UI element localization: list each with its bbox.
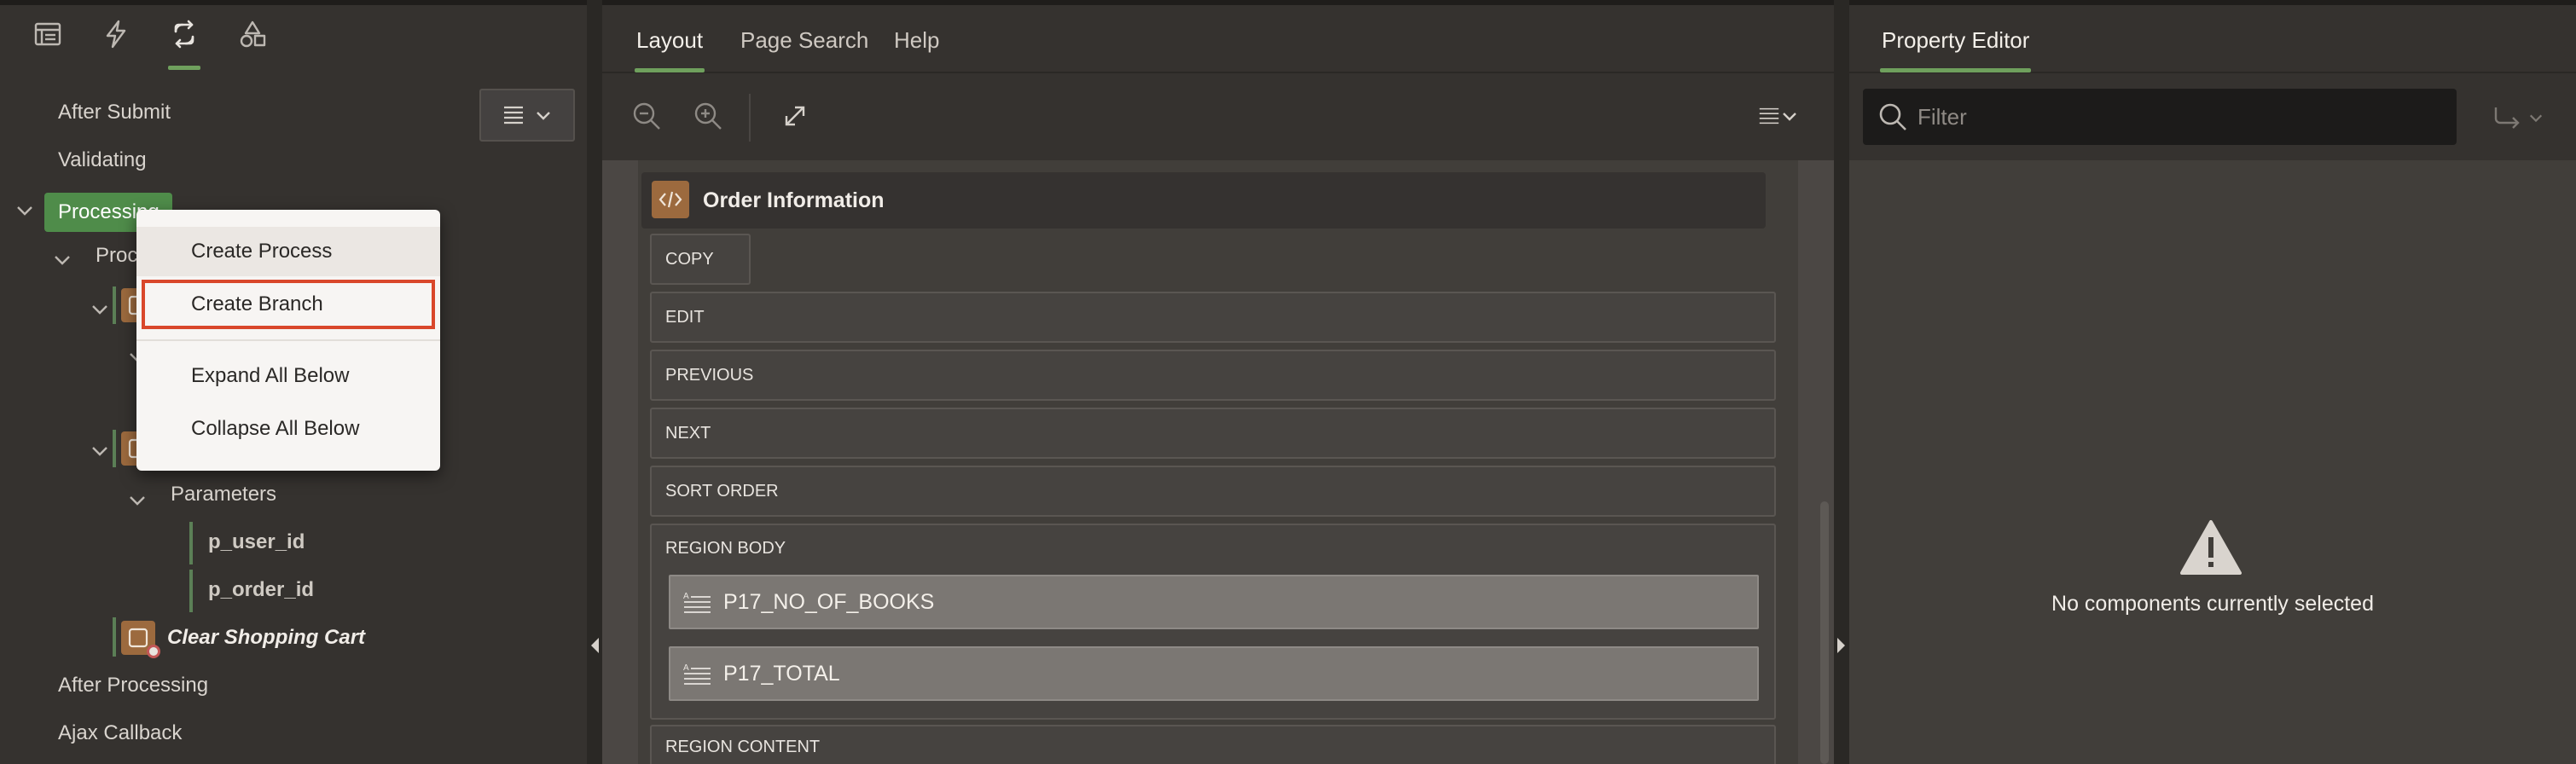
menu-item-expand-all-below[interactable]: Expand All Below (136, 351, 440, 401)
menu-item-create-branch[interactable]: Create Branch (142, 280, 435, 329)
tree-node-processes[interactable]: Proc (96, 244, 137, 268)
dynamic-actions-icon (106, 20, 126, 49)
collapse-right-arrow-icon[interactable] (1837, 638, 1845, 653)
page-item-label: P17_NO_OF_BOOKS (723, 590, 935, 614)
tree-node-after-submit[interactable]: After Submit (58, 101, 171, 124)
slot-region-body[interactable]: REGION BODY A P17_NO_OF_BOOKS A P17_TOTA… (650, 524, 1776, 720)
maximize-button[interactable] (769, 90, 821, 142)
layout-toolbar (602, 75, 1834, 160)
toolbar-divider (749, 94, 751, 142)
filter-input[interactable] (1917, 89, 2446, 145)
chevron-down-icon (2529, 114, 2543, 123)
slot-copy[interactable]: COPY (650, 234, 751, 285)
code-icon (652, 181, 689, 218)
property-editor-panel: Property Editor No components currently … (1849, 5, 2576, 764)
slot-region-content[interactable]: REGION CONTENT (650, 725, 1776, 764)
processing-icon (174, 20, 194, 49)
search-icon (1879, 103, 1906, 130)
property-filter[interactable] (1863, 89, 2457, 145)
go-to-group-button[interactable] (2484, 97, 2552, 138)
empty-state-message: No components currently selected (2051, 592, 2374, 616)
tree-node-param-user-id[interactable]: p_user_id (208, 530, 305, 554)
property-editor-tabs: Property Editor (1849, 5, 2576, 73)
layout-menu-button[interactable] (1743, 90, 1812, 142)
layout-tabs: Layout Page Search Help (602, 5, 1834, 73)
tab-layout[interactable]: Layout (634, 27, 705, 72)
slot-previous[interactable]: PREVIOUS (650, 350, 1776, 401)
shared-components-icon (240, 20, 266, 48)
text-field-icon: A (683, 592, 711, 613)
tab-property-editor[interactable]: Property Editor (1879, 27, 2032, 72)
page-item-label: P17_TOTAL (723, 662, 840, 686)
zoom-out-button[interactable] (621, 90, 672, 142)
go-to-arrow-icon (2494, 107, 2520, 129)
chevron-down-icon[interactable] (15, 201, 34, 220)
slot-region-body-label: REGION BODY (665, 539, 786, 558)
tree-node-param-order-id[interactable]: p_order_id (208, 578, 314, 602)
zoom-out-icon (633, 102, 660, 130)
menu-item-collapse-all-below[interactable]: Collapse All Below (136, 404, 440, 454)
chevron-down-icon[interactable] (90, 300, 109, 319)
layout-panel: Layout Page Search Help Order Informatio… (602, 5, 1834, 764)
svg-text:A: A (683, 663, 689, 673)
warning-icon (2180, 520, 2242, 575)
tab-processing[interactable] (165, 19, 203, 70)
text-field-icon: A (683, 663, 711, 685)
menu-item-create-process[interactable]: Create Process (136, 227, 440, 276)
tree-guide-line (113, 286, 116, 324)
tree-guide-line (189, 522, 193, 564)
menu-separator (136, 339, 440, 341)
splitter-left[interactable] (587, 0, 602, 764)
tab-dynamic-actions[interactable] (97, 19, 135, 70)
tree-node-parameters[interactable]: Parameters (171, 483, 276, 506)
tree-guide-line (113, 617, 116, 657)
page-rendering-icon (34, 22, 61, 46)
region-title: Order Information (703, 188, 885, 212)
chevron-down-icon[interactable] (90, 442, 109, 460)
tree-menu-button[interactable] (479, 89, 575, 142)
zoom-in-button[interactable] (682, 90, 734, 142)
page-tree-panel: After Submit Validating Processing Proc … (0, 5, 587, 764)
tree-node-after-processing[interactable]: After Processing (58, 674, 208, 697)
expand-icon (785, 106, 805, 126)
chevron-down-icon (1783, 113, 1796, 121)
tree-guide-line (113, 430, 116, 467)
svg-text:A: A (683, 592, 689, 601)
tree-guide-line (189, 570, 193, 612)
tree-tabs (0, 5, 587, 73)
property-editor-body (1849, 160, 2576, 764)
collapse-left-arrow-icon[interactable] (591, 638, 599, 653)
region-header[interactable]: Order Information (641, 172, 1766, 229)
slot-sort-order[interactable]: SORT ORDER (650, 466, 1776, 517)
slot-next[interactable]: NEXT (650, 408, 1776, 459)
menu-lines-icon (504, 106, 523, 124)
page-item-no-of-books[interactable]: A P17_NO_OF_BOOKS (669, 575, 1759, 629)
splitter-right[interactable] (1834, 0, 1849, 764)
chevron-down-icon[interactable] (128, 491, 147, 510)
condition-badge (147, 645, 160, 658)
page-item-total[interactable]: A P17_TOTAL (669, 646, 1759, 701)
tab-rendering[interactable] (29, 19, 67, 70)
tab-help[interactable]: Help (894, 27, 939, 54)
tree-node-validating[interactable]: Validating (58, 148, 147, 172)
context-menu: Create Process Create Branch Expand All … (136, 210, 440, 471)
menu-lines-icon (1759, 107, 1779, 124)
chevron-down-icon (537, 112, 550, 120)
chevron-down-icon[interactable] (53, 251, 72, 269)
layout-canvas: Order Information COPY EDIT PREVIOUS NEX… (602, 160, 1834, 764)
tab-shared-components[interactable] (234, 19, 271, 70)
tab-page-search[interactable]: Page Search (740, 27, 868, 54)
slot-edit[interactable]: EDIT (650, 292, 1776, 343)
tree-node-clear-shopping-cart[interactable]: Clear Shopping Cart (167, 626, 365, 650)
canvas-scrollbar[interactable] (1820, 501, 1829, 764)
tree-node-ajax-callback[interactable]: Ajax Callback (58, 721, 182, 745)
zoom-in-icon (694, 102, 722, 130)
